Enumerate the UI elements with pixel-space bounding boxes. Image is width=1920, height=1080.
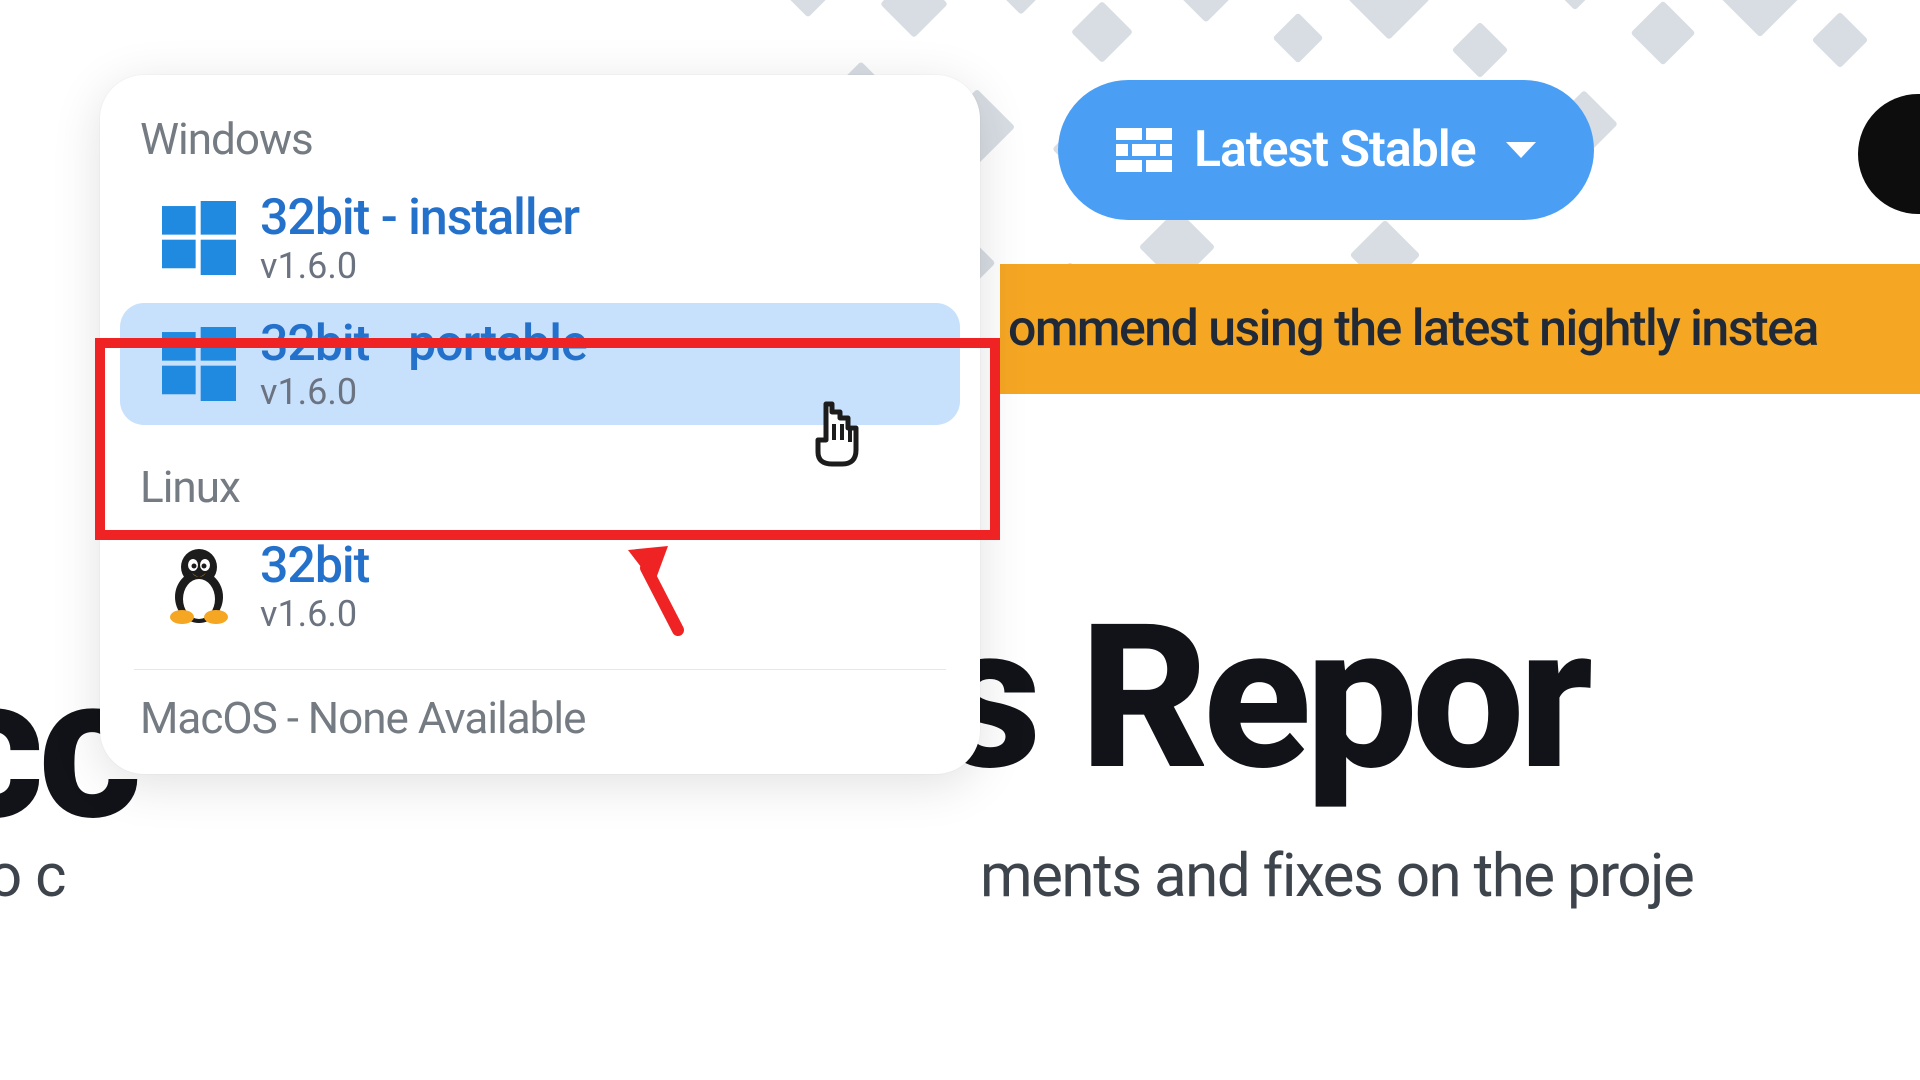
download-item-version: v1.6.0 <box>260 371 587 413</box>
latest-stable-label: Latest Stable <box>1194 121 1476 179</box>
subtext-fragment-right: ments and fixes on the proje <box>980 840 1693 911</box>
chevron-down-icon <box>1506 140 1536 160</box>
download-item-title: 32bit <box>260 537 369 595</box>
subtext-fragment-left: to c <box>0 840 66 911</box>
os-group-label-linux: Linux <box>100 461 980 513</box>
banner-text: ommend using the latest nightly instea <box>1008 300 1818 358</box>
macos-none-available: MacOS - None Available <box>100 670 980 744</box>
download-dropdown-menu: Windows 32bit - installer v1.6.0 32b <box>100 75 980 774</box>
download-item-version: v1.6.0 <box>260 245 579 287</box>
latest-stable-dropdown-button[interactable]: Latest Stable <box>1058 80 1594 220</box>
download-item-title: 32bit - installer <box>260 189 579 247</box>
linux-tux-icon <box>154 547 244 625</box>
windows-icon <box>154 201 244 275</box>
download-item-title: 32bit - portable <box>260 315 587 373</box>
os-group-label-windows: Windows <box>100 113 980 165</box>
nightly-recommendation-banner: ommend using the latest nightly instea <box>1000 264 1920 394</box>
windows-icon <box>154 327 244 401</box>
download-item-windows-32bit-portable[interactable]: 32bit - portable v1.6.0 <box>120 303 960 425</box>
download-item-linux-32bit[interactable]: 32bit v1.6.0 <box>120 525 960 647</box>
download-item-windows-32bit-installer[interactable]: 32bit - installer v1.6.0 <box>120 177 960 299</box>
brick-wall-icon <box>1116 128 1172 172</box>
download-item-version: v1.6.0 <box>260 593 369 635</box>
